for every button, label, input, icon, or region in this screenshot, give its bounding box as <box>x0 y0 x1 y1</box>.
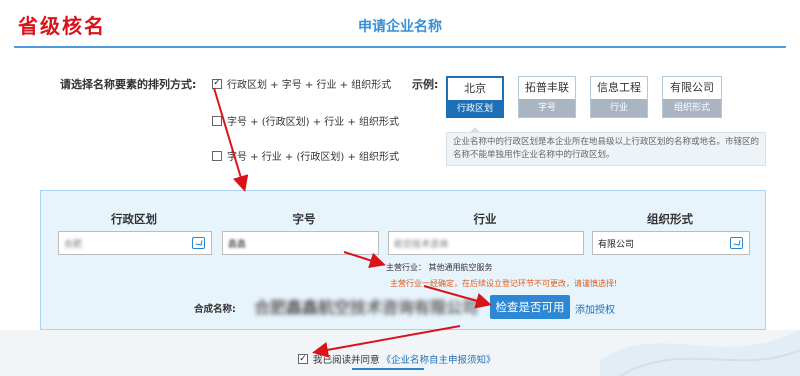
brand-input[interactable]: 鑫鑫 <box>222 231 379 255</box>
example-tip: 企业名称中的行政区划是本企业所在地县级以上行政区划的名称或地名。市辖区的名称不能… <box>446 127 766 166</box>
main-business-text: 主营行业： 其他通用航空服务 <box>386 263 493 272</box>
order-option-2[interactable]: 字号 + (行政区划) + 行业 + 组织形式 <box>212 113 399 128</box>
region-value: 合肥 <box>64 239 83 250</box>
org-form-value: 有限公司 <box>598 239 635 250</box>
org-form-input[interactable]: 有限公司 <box>592 231 750 255</box>
order-option-3[interactable]: 字号 + 行业 + (行政区划) + 组织形式 <box>212 148 399 163</box>
edit-icon[interactable] <box>730 237 743 249</box>
header-org-form: 组织形式 <box>647 212 693 226</box>
order-option-3-label: 字号 + 行业 + (行政区划) + 组织形式 <box>227 152 400 163</box>
agreement-prefix: 我已阅读并同意 <box>313 355 380 366</box>
agreement-row[interactable]: ✓ 我已阅读并同意 《企业名称自主申报须知》 <box>298 352 496 366</box>
agreement-link[interactable]: 《企业名称自主申报须知》 <box>382 352 496 366</box>
header-industry: 行业 <box>473 212 497 226</box>
example-label: 示例: <box>412 78 439 91</box>
example-tag: 组织形式 <box>663 99 721 117</box>
decorative-wave <box>600 330 800 376</box>
industry-input[interactable]: 航空技术咨询 <box>388 231 584 255</box>
checkbox-order-option-3[interactable] <box>212 150 222 161</box>
brand-value: 鑫鑫 <box>228 239 247 250</box>
warning-text: 主营行业一经确定，在后续设立登记环节不可更改，请谨慎选择! <box>390 279 618 288</box>
example-tag: 行政区划 <box>448 100 502 118</box>
checkbox-order-option-2[interactable] <box>212 115 222 126</box>
agreement-checkbox[interactable]: ✓ <box>298 354 308 364</box>
example-tag: 字号 <box>519 99 575 117</box>
region-input[interactable]: 合肥 <box>58 231 212 255</box>
example-card-brand[interactable]: 拓普丰联 字号 <box>518 76 576 118</box>
example-word: 有限公司 <box>670 81 714 94</box>
example-word: 信息工程 <box>597 81 641 94</box>
example-word: 北京 <box>464 82 486 95</box>
page-title: 申请企业名称 <box>358 19 442 35</box>
checkbox-order-option-1[interactable]: ✓ <box>212 78 222 89</box>
order-option-1-label: 行政区划 + 字号 + 行业 + 组织形式 <box>227 80 392 91</box>
example-word: 拓普丰联 <box>525 81 569 94</box>
order-option-2-label: 字号 + (行政区划) + 行业 + 组织形式 <box>227 117 400 128</box>
example-card-org-form[interactable]: 有限公司 组织形式 <box>662 76 722 118</box>
order-label: 请选择名称要素的排列方式: <box>60 78 197 91</box>
industry-value: 航空技术咨询 <box>394 239 449 250</box>
example-card-industry[interactable]: 信息工程 行业 <box>590 76 648 118</box>
header-region: 行政区划 <box>111 212 157 226</box>
combined-name-value: 合肥鑫鑫航空技术咨询有限公司 <box>254 298 479 317</box>
header-brand: 字号 <box>292 212 316 226</box>
order-option-1[interactable]: ✓ 行政区划 + 字号 + 行业 + 组织形式 <box>212 76 391 91</box>
combined-name-label: 合成名称: <box>194 304 236 315</box>
title-divider <box>14 46 786 48</box>
check-availability-button[interactable]: 检查是否可用 <box>490 295 570 319</box>
example-tag: 行业 <box>591 99 647 117</box>
example-card-region[interactable]: 北京 行政区划 <box>446 76 504 118</box>
arrow-to-form <box>213 87 249 192</box>
edit-icon[interactable] <box>192 237 205 249</box>
agreement-underline <box>352 368 424 370</box>
